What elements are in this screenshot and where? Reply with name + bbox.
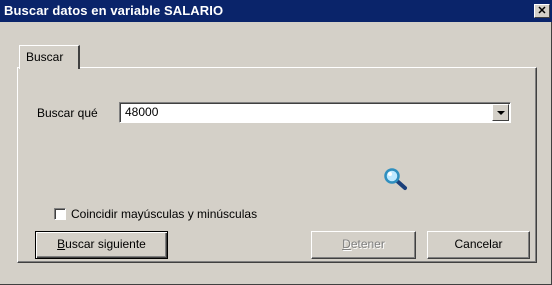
find-dialog: Buscar datos en variable SALARIO ✕ Busca… [0, 0, 552, 285]
find-next-mnemonic: B [57, 237, 66, 251]
title-bar[interactable]: Buscar datos en variable SALARIO ✕ [0, 0, 552, 22]
search-input[interactable]: 48000 [125, 105, 158, 119]
stop-button[interactable]: Detener [311, 231, 416, 259]
stop-label: etener [350, 237, 385, 251]
tab-label: Buscar [26, 50, 64, 64]
match-case-label[interactable]: Coincidir mayúsculas y minúsculas [71, 207, 257, 221]
cancel-label: Cancelar [454, 237, 503, 251]
close-button[interactable]: ✕ [534, 4, 550, 18]
match-case-checkbox[interactable] [54, 208, 66, 220]
window-title: Buscar datos en variable SALARIO [4, 3, 224, 18]
cancel-button[interactable]: Cancelar [427, 231, 530, 259]
find-next-button[interactable]: Buscar siguiente [35, 231, 168, 259]
magnifier-icon [384, 168, 407, 190]
search-combobox[interactable]: 48000 [119, 102, 511, 123]
stop-mnemonic: D [342, 237, 351, 251]
close-icon: ✕ [537, 5, 547, 17]
dropdown-button[interactable] [492, 104, 509, 121]
chevron-down-icon [497, 111, 505, 115]
tab-buscar[interactable]: Buscar [19, 45, 80, 69]
find-next-label: uscar siguiente [65, 237, 146, 251]
search-label: Buscar qué [37, 106, 98, 120]
